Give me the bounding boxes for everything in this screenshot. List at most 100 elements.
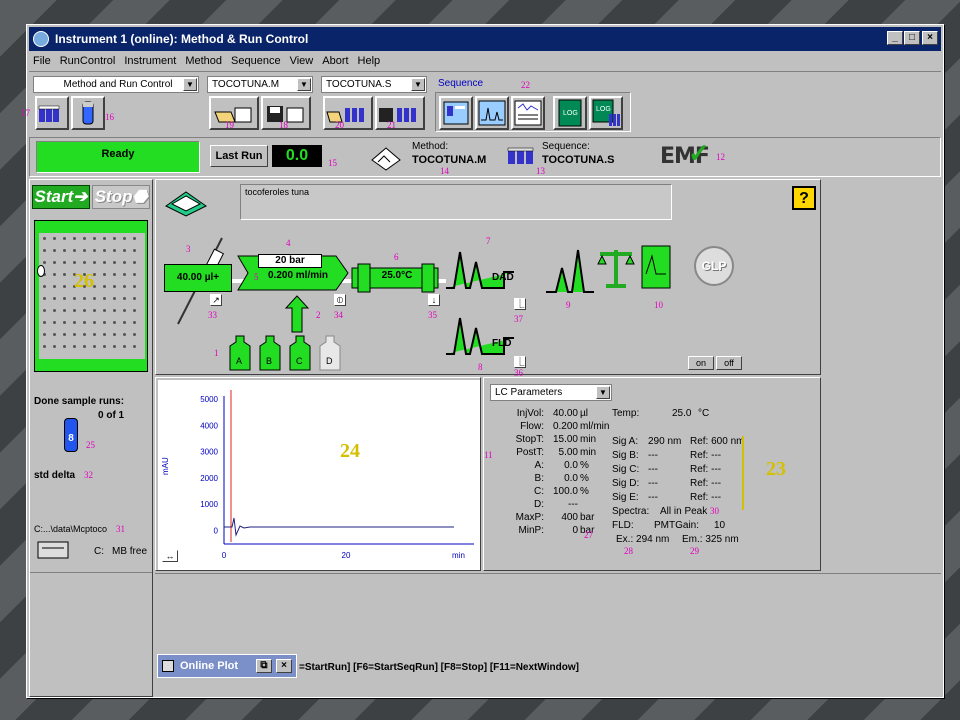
tray-position[interactable] [53, 285, 56, 288]
signal-plot[interactable]: mAU 5000 4000 3000 2000 1000 0 0 20 min [158, 380, 480, 570]
report-document-icon[interactable] [638, 244, 674, 292]
tray-position[interactable] [123, 309, 126, 312]
tray-position[interactable] [43, 285, 46, 288]
tray-position[interactable] [53, 309, 56, 312]
sequence-vials-icon[interactable] [506, 144, 538, 170]
method-book-icon[interactable] [162, 184, 212, 220]
method-description[interactable]: tocoferoles tuna [240, 184, 672, 220]
tray-position[interactable] [123, 249, 126, 252]
menu-abort[interactable]: Abort [322, 55, 348, 67]
tray-position[interactable] [113, 273, 116, 276]
power-on-button[interactable]: on [688, 356, 714, 370]
tray-position[interactable] [43, 249, 46, 252]
tray-position[interactable] [133, 309, 136, 312]
tray-position[interactable] [133, 321, 136, 324]
tray-position[interactable] [63, 297, 66, 300]
save-sequence-button[interactable] [375, 96, 425, 130]
tray-position[interactable] [133, 285, 136, 288]
tray-position[interactable] [73, 249, 76, 252]
tray-position[interactable] [83, 309, 86, 312]
dad-detail-button[interactable]: ⎿ [514, 298, 526, 310]
dad-detector-icon[interactable] [444, 242, 524, 292]
start-button[interactable]: Start➔ [32, 185, 90, 209]
tray-position[interactable] [93, 333, 96, 336]
tray-position[interactable] [103, 249, 106, 252]
tray-position[interactable] [93, 297, 96, 300]
tray-position[interactable] [63, 321, 66, 324]
tray-position[interactable] [63, 309, 66, 312]
lc-parameters-combo[interactable]: LC Parameters ▼ [490, 384, 612, 401]
tray-position[interactable] [123, 285, 126, 288]
close-button[interactable]: × [922, 31, 938, 45]
plot-zoom-button[interactable]: ↔ [162, 550, 178, 562]
tray-position[interactable] [53, 345, 56, 348]
tray-position[interactable] [103, 321, 106, 324]
tray-position[interactable] [113, 237, 116, 240]
tray-position[interactable] [113, 321, 116, 324]
tray-position[interactable] [93, 345, 96, 348]
tray-position[interactable] [103, 261, 106, 264]
tray-position[interactable] [43, 345, 46, 348]
data-analysis-icon[interactable] [544, 246, 596, 298]
chevron-down-icon[interactable]: ▼ [411, 78, 425, 91]
tray-position[interactable] [83, 261, 86, 264]
tray-position[interactable] [73, 321, 76, 324]
tray-position[interactable] [73, 237, 76, 240]
tray-position[interactable] [63, 261, 66, 264]
tray-position[interactable] [63, 237, 66, 240]
chevron-down-icon[interactable]: ▼ [596, 386, 610, 399]
restore-icon[interactable]: ⧉ [256, 659, 272, 673]
tray-position[interactable] [113, 261, 116, 264]
tray-position[interactable] [63, 333, 66, 336]
solvent-bottle-d[interactable]: D [319, 335, 341, 371]
solvent-bottle-b[interactable]: B [259, 335, 281, 371]
injector-block[interactable]: 40.00 µl+ [164, 264, 232, 292]
tray-position[interactable] [103, 285, 106, 288]
tray-position[interactable] [113, 333, 116, 336]
autosampler-tray[interactable] [34, 220, 148, 372]
online-plot-minimized[interactable]: Online Plot ⧉ × [157, 654, 297, 678]
column-detail-button[interactable]: ↓ [428, 294, 440, 306]
solvent-bottle-c[interactable]: C [289, 335, 311, 371]
solvent-bottle-a[interactable]: A [229, 335, 251, 371]
tray-position[interactable] [113, 345, 116, 348]
injector-detail-button[interactable]: ↗ [210, 294, 222, 306]
method-icon[interactable] [366, 142, 408, 172]
tray-position[interactable] [123, 321, 126, 324]
tray-position[interactable] [93, 261, 96, 264]
tray-position[interactable] [123, 237, 126, 240]
close-icon[interactable]: × [276, 659, 292, 673]
tray-position[interactable] [43, 261, 46, 264]
tray-position[interactable] [113, 297, 116, 300]
fld-detector-icon[interactable] [444, 312, 524, 362]
tray-position[interactable] [83, 333, 86, 336]
tray-position[interactable] [133, 261, 136, 264]
menu-method[interactable]: Method [185, 55, 222, 67]
sample-vials-button[interactable] [35, 96, 69, 130]
tray-position[interactable] [53, 273, 56, 276]
tray-position[interactable] [123, 333, 126, 336]
tray-position[interactable] [113, 285, 116, 288]
tray-position[interactable] [83, 321, 86, 324]
tray-position[interactable] [43, 309, 46, 312]
tray-position[interactable] [43, 237, 46, 240]
tray-position[interactable] [83, 237, 86, 240]
sequence-combo[interactable]: TOCOTUNA.S ▼ [321, 76, 427, 93]
fld-detail-button[interactable]: ⎿ [514, 356, 526, 368]
method-combo[interactable]: TOCOTUNA.M ▼ [207, 76, 313, 93]
menu-sequence[interactable]: Sequence [231, 55, 281, 67]
tray-position[interactable] [73, 261, 76, 264]
run-log-button[interactable]: LOG [553, 96, 587, 130]
menu-instrument[interactable]: Instrument [124, 55, 176, 67]
menu-runcontrol[interactable]: RunControl [60, 55, 116, 67]
tray-position[interactable] [83, 297, 86, 300]
sequence-log-button[interactable]: LOG [589, 96, 623, 130]
help-button[interactable]: ? [792, 186, 816, 210]
tray-position[interactable] [133, 237, 136, 240]
tray-position[interactable] [103, 333, 106, 336]
tray-position[interactable] [43, 297, 46, 300]
tray-position[interactable] [63, 249, 66, 252]
tray-position[interactable] [123, 261, 126, 264]
sequence-chromatogram-button[interactable] [475, 96, 509, 130]
tray-position[interactable] [93, 249, 96, 252]
